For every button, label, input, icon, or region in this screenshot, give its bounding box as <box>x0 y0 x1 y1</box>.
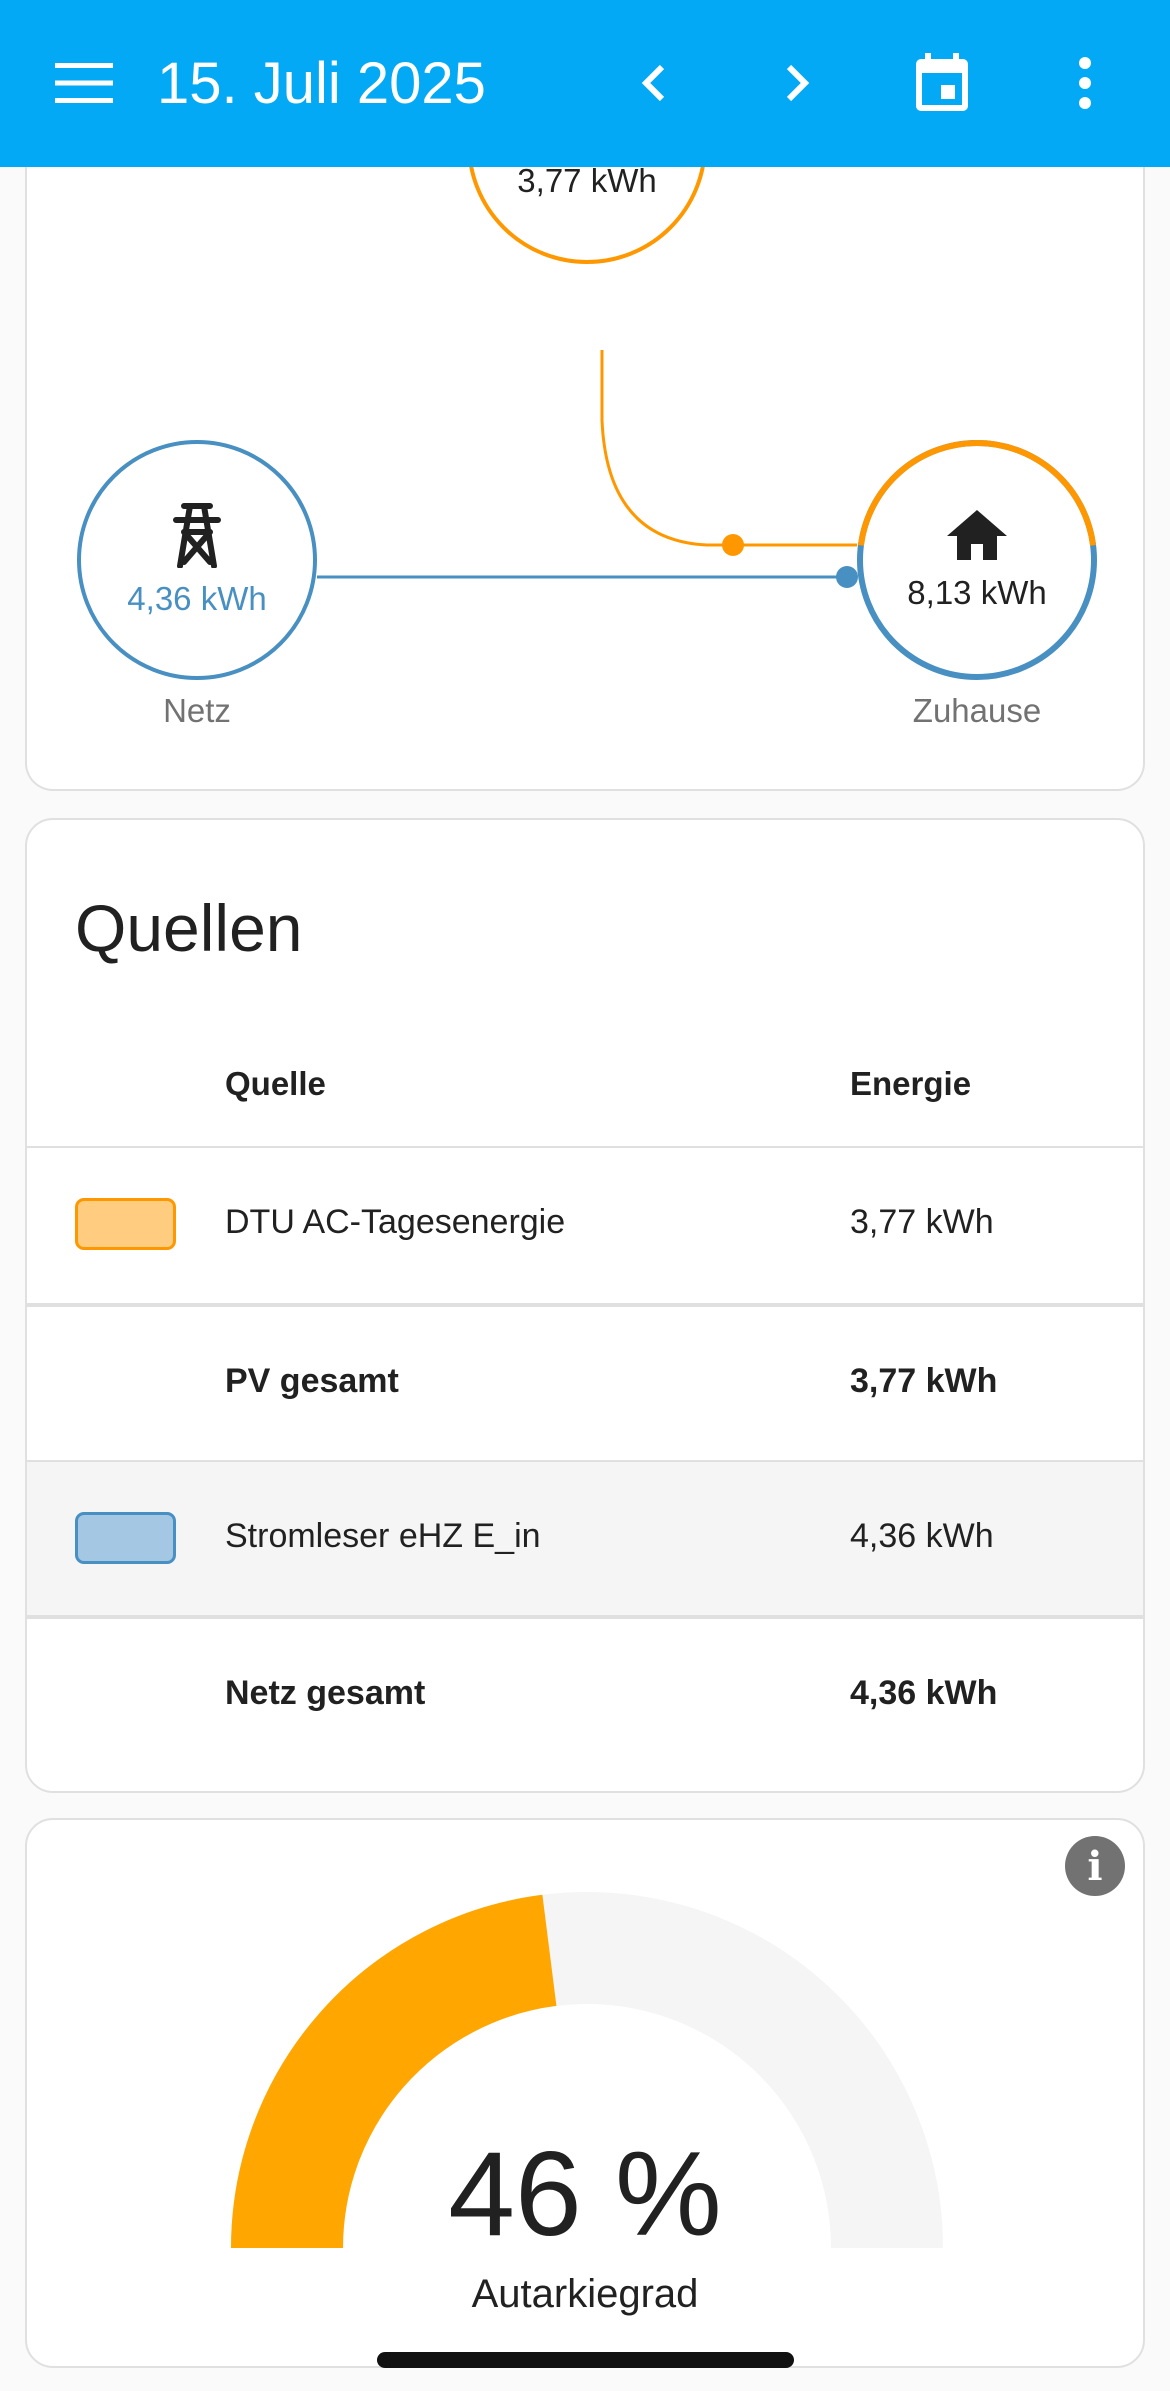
calendar-icon <box>916 53 968 111</box>
previous-day-button[interactable] <box>614 43 694 123</box>
menu-icon <box>55 63 113 103</box>
source-energy: 4,36 kWh <box>850 1517 994 1555</box>
self-sufficiency-card: i 46 % Autarkiegrad <box>25 1818 1145 2368</box>
total-name: Netz gesamt <box>225 1674 426 1712</box>
transmission-tower-icon <box>173 503 221 568</box>
home-node[interactable]: 8,13 kWh <box>857 440 1097 680</box>
solar-flow-dot <box>722 534 744 556</box>
home-icon <box>947 510 1007 560</box>
solar-value: 3,77 kWh <box>517 162 657 199</box>
chevron-right-icon <box>786 64 810 102</box>
gauge-value: 46 % <box>448 2127 722 2261</box>
chevron-left-icon <box>641 64 665 102</box>
source-name: Stromleser eHZ E_in <box>225 1517 541 1555</box>
total-energy: 4,36 kWh <box>850 1674 998 1712</box>
sources-title: Quellen <box>75 891 303 965</box>
table-row-total: Netz gesamt 4,36 kWh <box>27 1615 1143 1770</box>
app-bar: 15. Juli 2025 <box>0 0 1170 167</box>
gauge-label: Autarkiegrad <box>471 2272 699 2316</box>
next-day-button[interactable] <box>757 43 837 123</box>
source-energy: 3,77 kWh <box>850 1203 994 1241</box>
page-title: 15. Juli 2025 <box>157 51 486 116</box>
table-row[interactable]: DTU AC-Tagesenergie 3,77 kWh <box>27 1148 1143 1303</box>
color-swatch-solar <box>75 1198 176 1250</box>
color-swatch-grid <box>75 1512 176 1564</box>
grid-value: 4,36 kWh <box>127 580 267 617</box>
menu-button[interactable] <box>44 43 124 123</box>
home-indicator <box>377 2352 794 2368</box>
grid-label: Netz <box>163 692 231 729</box>
table-header: Quelle Energie <box>27 1000 1143 1148</box>
grid-flow-dot <box>836 566 858 588</box>
more-vertical-icon <box>1079 57 1091 109</box>
table-row[interactable]: Stromleser eHZ E_in 4,36 kWh <box>27 1460 1143 1615</box>
calendar-button[interactable] <box>902 43 982 123</box>
source-name: DTU AC-Tagesenergie <box>225 1203 566 1241</box>
total-energy: 3,77 kWh <box>850 1362 998 1400</box>
column-header-source: Quelle <box>225 1065 326 1102</box>
grid-node[interactable]: 4,36 kWh <box>77 440 317 680</box>
total-name: PV gesamt <box>225 1362 399 1400</box>
energy-distribution-card: 3,77 kWh 4,36 kWh Netz 8,13 kWh Zuhause <box>25 110 1145 791</box>
table-row-total: PV gesamt 3,77 kWh <box>27 1303 1143 1458</box>
more-options-button[interactable] <box>1045 43 1125 123</box>
home-value: 8,13 kWh <box>907 574 1047 611</box>
column-header-energy: Energie <box>850 1065 972 1102</box>
sources-card: Quellen Quelle Energie DTU AC-Tagesenerg… <box>25 818 1145 1793</box>
solar-to-home-line <box>600 350 857 547</box>
home-label: Zuhause <box>912 692 1042 729</box>
